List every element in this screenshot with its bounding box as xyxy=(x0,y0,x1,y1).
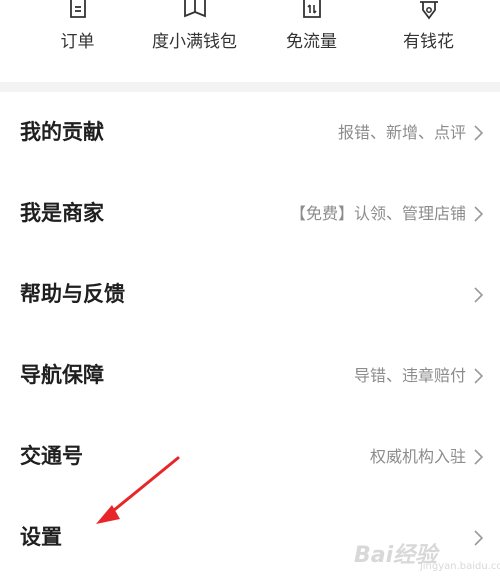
shortcut-wallet[interactable]: 度小满钱包 xyxy=(132,0,257,82)
money-loan-icon xyxy=(419,1,438,20)
shortcut-label: 免流量 xyxy=(286,32,337,52)
shortcut-orders[interactable]: 订单 xyxy=(15,0,140,82)
menu-item-desc: 报错、新增、点评 xyxy=(337,123,466,142)
menu-item-title: 导航保障 xyxy=(20,363,104,387)
chevron-right-icon xyxy=(474,125,484,141)
shortcut-free-data[interactable]: 免流量 xyxy=(249,0,374,82)
watermark-subtext: jingyan.baidu.com xyxy=(420,561,500,572)
menu-item-title: 我是商家 xyxy=(20,201,104,225)
menu-item-navigation-guarantee[interactable]: 导航保障 导错、违章赔付 xyxy=(0,335,500,416)
receipt-icon xyxy=(69,0,86,18)
menu-item-desc: 导错、违章赔付 xyxy=(353,366,466,385)
section-divider xyxy=(0,82,500,92)
data-traffic-icon xyxy=(302,0,321,18)
chevron-right-icon xyxy=(474,206,484,222)
menu-item-merchant[interactable]: 我是商家 【免费】认领、管理店铺 xyxy=(0,173,500,254)
shortcut-bar: 订单 度小满钱包 免流量 有钱花 xyxy=(0,0,500,82)
chevron-right-icon xyxy=(474,449,484,465)
chevron-right-icon xyxy=(474,368,484,384)
chevron-right-icon xyxy=(474,287,484,303)
menu-item-title: 我的贡献 xyxy=(20,120,104,144)
shortcut-label: 订单 xyxy=(60,32,95,52)
menu-item-contribution[interactable]: 我的贡献 报错、新增、点评 xyxy=(0,92,500,173)
shortcut-loan[interactable]: 有钱花 xyxy=(366,0,491,82)
watermark: Bai经验 jingyan.baidu.com xyxy=(354,535,500,575)
menu-item-traffic-account[interactable]: 交通号 权威机构入驻 xyxy=(0,416,500,497)
shortcut-label: 有钱花 xyxy=(403,32,454,52)
menu-item-desc: 【免费】认领、管理店铺 xyxy=(289,204,466,223)
wallet-icon xyxy=(183,0,206,18)
menu-item-desc: 权威机构入驻 xyxy=(369,447,466,466)
menu-item-help-feedback[interactable]: 帮助与反馈 xyxy=(0,254,500,335)
shortcut-label: 度小满钱包 xyxy=(152,32,237,52)
menu-item-title: 设置 xyxy=(20,525,62,549)
menu-item-title: 交通号 xyxy=(20,444,83,468)
menu-item-title: 帮助与反馈 xyxy=(20,282,125,306)
